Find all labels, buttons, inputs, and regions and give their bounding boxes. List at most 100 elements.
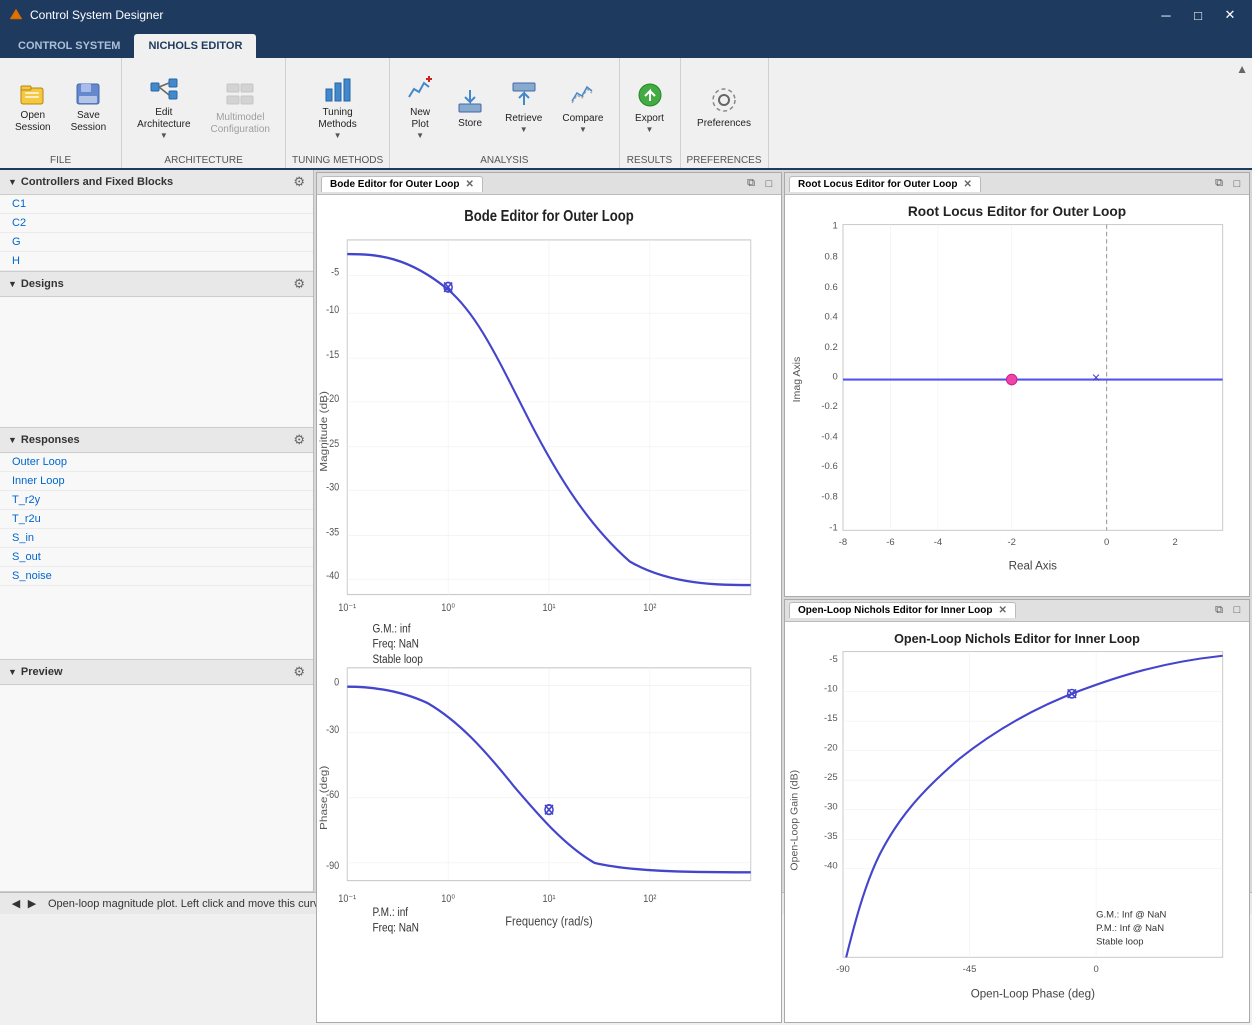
response-item-tr2u[interactable]: T_r2u [0, 510, 313, 529]
svg-text:0: 0 [1093, 964, 1098, 975]
svg-text:-30: -30 [326, 724, 340, 736]
root-locus-tab[interactable]: Root Locus Editor for Outer Loop ✕ [789, 176, 981, 192]
response-item-sin[interactable]: S_in [0, 529, 313, 548]
designs-section: ▼ Designs ⚙ [0, 272, 313, 428]
response-item-outer-loop[interactable]: Outer Loop [0, 453, 313, 472]
controller-item-c2[interactable]: C2 [0, 214, 313, 233]
controller-item-g[interactable]: G [0, 233, 313, 252]
retrieve-arrow: ▼ [520, 125, 528, 134]
responses-section: ▼ Responses ⚙ Outer Loop Inner Loop T_r2… [0, 428, 313, 660]
multimodel-config-button: MultimodelConfiguration [202, 72, 279, 144]
nichols-tab-label: Open-Loop Nichols Editor for Inner Loop [798, 605, 992, 616]
edit-architecture-button[interactable]: EditArchitecture ▼ [128, 72, 199, 144]
title-bar-left: Control System Designer [8, 7, 163, 23]
store-button[interactable]: Store [446, 72, 494, 144]
main-area: ▼ Controllers and Fixed Blocks ⚙ C1 C2 G… [0, 170, 1252, 892]
analysis-buttons: NewPlot ▼ Store [396, 62, 612, 153]
file-group-label: FILE [50, 153, 71, 166]
save-session-button[interactable]: SaveSession [62, 72, 116, 144]
bode-tab[interactable]: Bode Editor for Outer Loop ✕ [321, 176, 483, 192]
controllers-header[interactable]: ▼ Controllers and Fixed Blocks ⚙ [0, 170, 313, 195]
app-title: Control System Designer [30, 8, 163, 22]
architecture-buttons: EditArchitecture ▼ MultimodelConfigurati… [128, 62, 279, 153]
svg-text:0.8: 0.8 [825, 251, 838, 262]
controller-item-c1[interactable]: C1 [0, 195, 313, 214]
preview-gear-icon[interactable]: ⚙ [293, 664, 305, 680]
open-session-button[interactable]: OpenSession [6, 72, 60, 144]
designs-gear-icon[interactable]: ⚙ [293, 276, 305, 292]
response-item-inner-loop[interactable]: Inner Loop [0, 472, 313, 491]
controller-item-h[interactable]: H [0, 252, 313, 271]
root-locus-undock-button[interactable]: ⧉ [1211, 176, 1227, 192]
maximize-button[interactable]: □ [1184, 5, 1212, 25]
tuning-buttons: TuningMethods ▼ [309, 62, 365, 153]
nichols-undock-button[interactable]: ⧉ [1211, 602, 1227, 618]
tuning-methods-label-group: TuningMethods ▼ [318, 107, 356, 140]
responses-title: ▼ Responses [8, 434, 80, 446]
svg-text:-45: -45 [963, 964, 977, 975]
bode-tab-label: Bode Editor for Outer Loop [330, 179, 459, 190]
bode-tab-bar: Bode Editor for Outer Loop ✕ ⧉ □ [317, 173, 781, 195]
new-plot-button[interactable]: NewPlot ▼ [396, 72, 444, 144]
designs-header[interactable]: ▼ Designs ⚙ [0, 272, 313, 297]
retrieve-icon [510, 81, 538, 109]
svg-text:10²: 10² [643, 893, 657, 905]
bode-maximize-button[interactable]: □ [761, 176, 777, 192]
svg-text:-6: -6 [886, 537, 894, 548]
export-arrow: ▼ [646, 125, 654, 134]
title-bar: Control System Designer ─ □ ✕ [0, 0, 1252, 30]
root-locus-close-icon[interactable]: ✕ [963, 179, 971, 190]
response-item-tr2y[interactable]: T_r2y [0, 491, 313, 510]
nichols-editor-panel: Open-Loop Nichols Editor for Inner Loop … [784, 599, 1250, 1024]
designs-empty-area [0, 297, 313, 427]
results-buttons: Export ▼ [626, 62, 674, 153]
export-button[interactable]: Export ▼ [626, 72, 674, 144]
svg-text:10²: 10² [643, 602, 657, 614]
designs-title: ▼ Designs [8, 278, 64, 290]
preview-section: ▼ Preview ⚙ [0, 660, 313, 892]
tab-nichols-editor[interactable]: NICHOLS EDITOR [134, 34, 256, 58]
export-icon [636, 81, 664, 109]
results-group-label: RESULTS [627, 153, 672, 166]
responses-gear-icon[interactable]: ⚙ [293, 432, 305, 448]
status-arrow-left[interactable]: ◀ [8, 896, 24, 912]
new-plot-arrow: ▼ [416, 131, 424, 140]
bode-undock-button[interactable]: ⧉ [743, 176, 759, 192]
svg-text:Open-Loop Phase (deg): Open-Loop Phase (deg) [971, 988, 1095, 1000]
svg-text:Real Axis: Real Axis [1009, 560, 1057, 572]
responses-list: Outer Loop Inner Loop T_r2y T_r2u S_in S… [0, 453, 313, 586]
preferences-button[interactable]: Preferences [688, 72, 760, 144]
tab-control-system[interactable]: CONTROL SYSTEM [4, 34, 134, 58]
svg-text:-30: -30 [824, 801, 838, 812]
svg-text:Root Locus Editor for Outer Lo: Root Locus Editor for Outer Loop [908, 204, 1126, 219]
svg-text:P.M.: Inf @ NaN: P.M.: Inf @ NaN [1096, 923, 1164, 934]
response-item-snoise[interactable]: S_noise [0, 567, 313, 586]
tuning-methods-button[interactable]: TuningMethods ▼ [309, 72, 365, 144]
retrieve-button[interactable]: Retrieve ▼ [496, 72, 551, 144]
svg-text:0.2: 0.2 [825, 342, 838, 353]
close-button[interactable]: ✕ [1216, 5, 1244, 25]
svg-text:10¹: 10¹ [542, 893, 556, 905]
export-label-group: Export ▼ [635, 113, 664, 134]
open-session-label: OpenSession [15, 110, 51, 134]
tuning-methods-arrow: ▼ [334, 131, 342, 140]
compare-button[interactable]: Compare ▼ [553, 72, 612, 144]
nichols-tab[interactable]: Open-Loop Nichols Editor for Inner Loop … [789, 602, 1016, 618]
controllers-gear-icon[interactable]: ⚙ [293, 174, 305, 190]
nichols-tab-controls: ⧉ □ [1211, 602, 1245, 618]
ribbon-collapse[interactable]: ▲ [1232, 58, 1252, 168]
minimize-button[interactable]: ─ [1152, 5, 1180, 25]
svg-text:-5: -5 [331, 267, 340, 279]
root-locus-maximize-button[interactable]: □ [1229, 176, 1245, 192]
svg-text:Phase (deg): Phase (deg) [319, 766, 330, 830]
nichols-close-icon[interactable]: ✕ [998, 605, 1006, 616]
response-item-sout[interactable]: S_out [0, 548, 313, 567]
preview-header[interactable]: ▼ Preview ⚙ [0, 660, 313, 685]
status-arrow-right[interactable]: ▶ [24, 896, 40, 912]
svg-text:-0.8: -0.8 [821, 492, 837, 503]
responses-header[interactable]: ▼ Responses ⚙ [0, 428, 313, 453]
svg-text:0: 0 [832, 372, 837, 383]
bode-close-icon[interactable]: ✕ [465, 179, 473, 190]
svg-text:10⁰: 10⁰ [441, 893, 455, 905]
nichols-maximize-button[interactable]: □ [1229, 602, 1245, 618]
